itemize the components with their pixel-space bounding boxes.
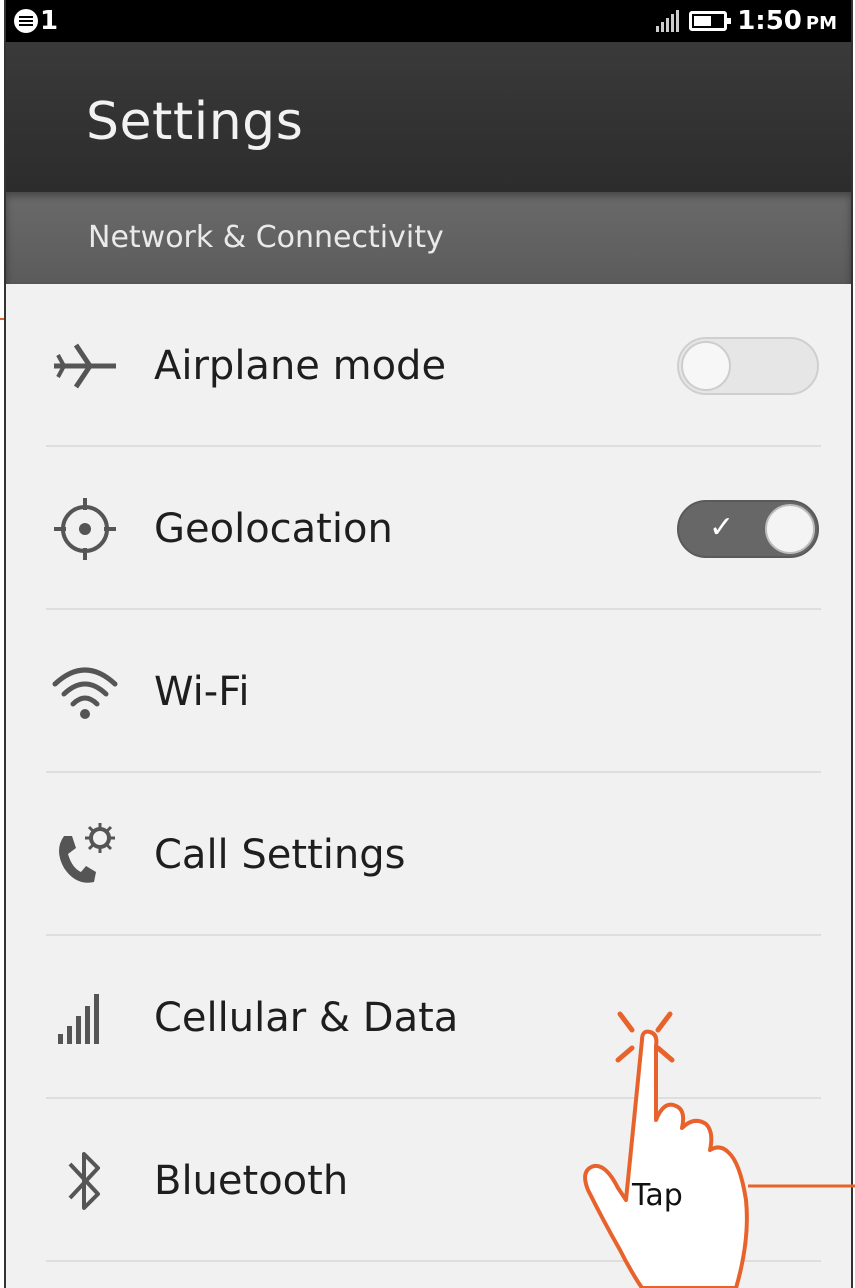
notification-badge-icon [14, 9, 38, 33]
section-header: Network & Connectivity [6, 192, 851, 284]
clock-time: 1:50 [737, 6, 802, 36]
clock-ampm: PM [805, 13, 837, 34]
setting-call-settings[interactable]: Call Settings [6, 773, 851, 936]
notification-count: 1 [40, 6, 59, 36]
setting-label: Call Settings [154, 831, 406, 878]
status-left: 1 [14, 4, 58, 38]
page-title: Settings [86, 92, 304, 152]
airplane-mode-toggle[interactable] [677, 336, 819, 395]
cellular-icon [46, 983, 124, 1053]
geolocation-icon [46, 494, 124, 564]
setting-airplane-mode[interactable]: Airplane mode [6, 284, 851, 447]
airplane-icon [46, 331, 124, 401]
geolocation-toggle[interactable]: ✓ [677, 499, 819, 558]
status-bar: 1 1:50 PM [6, 0, 851, 42]
app-header: Settings [6, 42, 851, 192]
signal-icon [656, 10, 680, 32]
section-title: Network & Connectivity [88, 220, 444, 255]
status-right: 1:50 PM [656, 4, 837, 38]
setting-label: Geolocation [154, 505, 393, 552]
page: 1 1:50 PM Settings Network & Connectivity [0, 0, 855, 1288]
setting-label: Bluetooth [154, 1157, 349, 1204]
setting-wifi[interactable]: Wi-Fi [6, 610, 851, 773]
battery-icon [689, 11, 732, 31]
tap-label: Tap [632, 1178, 683, 1213]
setting-label: Wi-Fi [154, 668, 250, 715]
setting-label: Cellular & Data [154, 994, 459, 1041]
toggle-knob [681, 340, 731, 391]
bluetooth-icon [46, 1146, 124, 1216]
call-settings-icon [46, 820, 124, 890]
tap-hand-icon [583, 1011, 855, 1288]
setting-geolocation[interactable]: Geolocation ✓ [6, 447, 851, 610]
toggle-knob [765, 503, 815, 554]
checkmark-icon: ✓ [709, 509, 735, 545]
wifi-icon [46, 657, 124, 727]
clock: 1:50 PM [737, 6, 837, 36]
setting-label: Airplane mode [154, 342, 447, 389]
